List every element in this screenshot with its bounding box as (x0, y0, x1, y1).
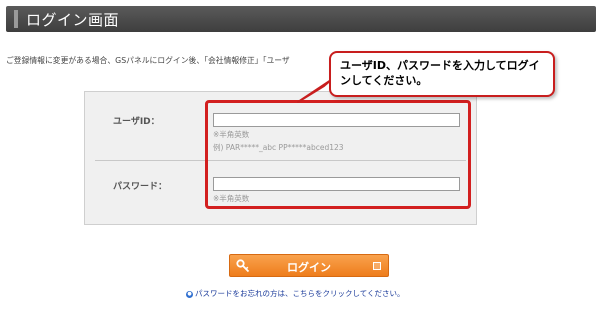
page-title: ログイン画面 (26, 11, 120, 29)
callout-text: ユーザID、パスワードを入力してログインしてください。 (340, 59, 540, 87)
page-header: ログイン画面 (6, 6, 596, 32)
password-label: パスワード： (113, 182, 168, 192)
instruction-callout: ユーザID、パスワードを入力してログインしてください。 (329, 51, 555, 97)
intro-text: ご登録情報に変更がある場合、GSパネルにログイン後、「会社情報修正」「ユーザ (6, 56, 290, 65)
user-id-label: ユーザID： (113, 117, 160, 127)
header-accent (14, 10, 18, 28)
login-button[interactable]: ログイン (229, 254, 389, 277)
forgot-password-text: パスワードをお忘れの方は、こちらをクリックしてください。 (195, 289, 405, 298)
login-button-label: ログイン (287, 261, 331, 274)
forgot-password-link[interactable]: ● パスワードをお忘れの方は、こちらをクリックしてください。 (186, 288, 405, 299)
info-icon: ● (186, 290, 193, 298)
button-square-icon (373, 262, 381, 270)
input-highlight-box (205, 100, 471, 209)
